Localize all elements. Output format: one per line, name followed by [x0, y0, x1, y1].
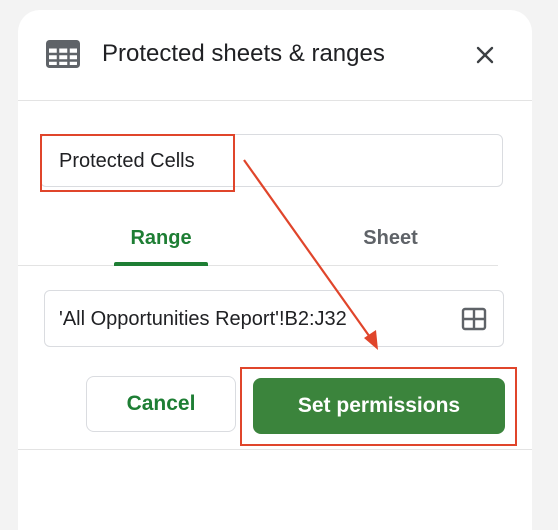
panel-title: Protected sheets & ranges — [102, 40, 385, 67]
grid-select-icon[interactable] — [461, 307, 487, 331]
sheet-icon — [46, 40, 80, 68]
range-input[interactable]: 'All Opportunities Report'!B2:J32 — [44, 290, 504, 347]
panel-header: Protected sheets & ranges — [18, 10, 532, 101]
tab-range[interactable]: Range — [114, 215, 208, 265]
range-value: 'All Opportunities Report'!B2:J32 — [59, 308, 347, 330]
description-value: Protected Cells — [59, 150, 195, 172]
description-input[interactable]: Protected Cells — [40, 134, 503, 187]
protection-tabs: Range Sheet — [18, 215, 498, 266]
set-permissions-button[interactable]: Set permissions — [253, 378, 505, 434]
protected-ranges-panel: Protected sheets & ranges Protected Cell… — [18, 10, 532, 530]
footer-divider — [18, 449, 532, 450]
tab-sheet[interactable]: Sheet — [338, 215, 443, 265]
close-icon[interactable] — [468, 38, 502, 72]
cancel-button[interactable]: Cancel — [86, 376, 236, 432]
active-tab-indicator — [114, 262, 208, 266]
